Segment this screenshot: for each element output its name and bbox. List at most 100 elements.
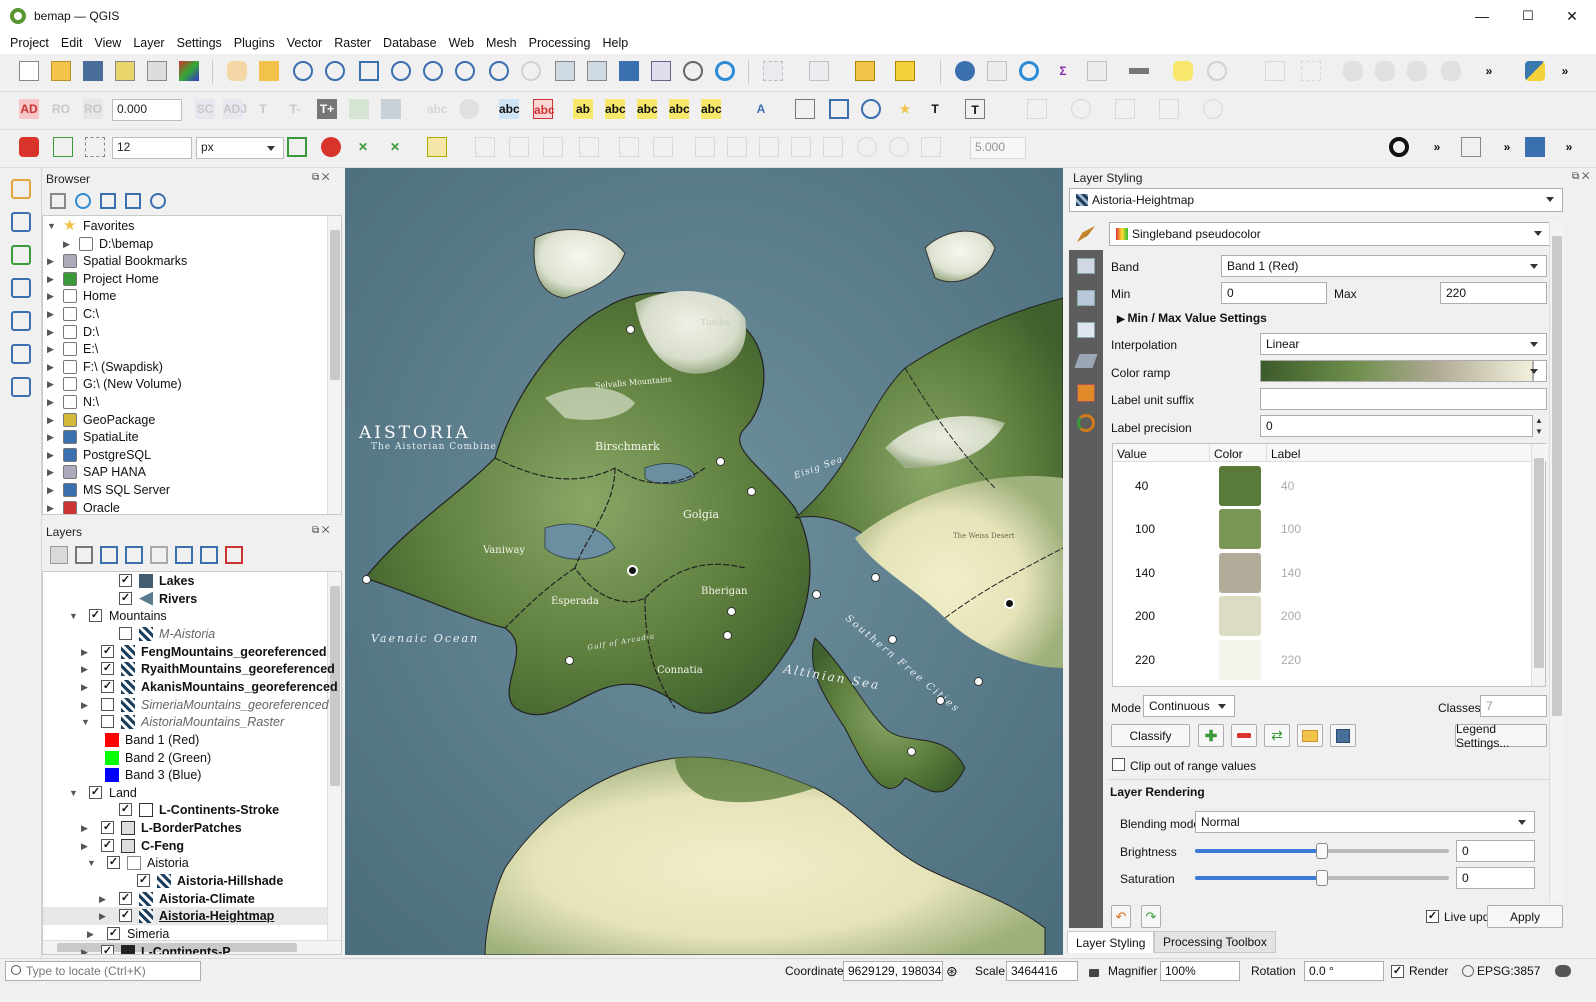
invert-ramp-button[interactable]: ⇄ [1264,724,1290,747]
class-color-swatch[interactable] [1219,639,1261,680]
collapsed-arrow-icon[interactable]: ▶ [47,503,54,514]
cloud-3-button[interactable] [1404,58,1430,84]
digitize-5-button[interactable] [616,134,642,160]
label-sc-button[interactable]: SC [192,96,218,122]
refresh-icon[interactable] [75,193,91,209]
overflow-2-button[interactable]: » [1552,58,1578,84]
vertex-tool-button[interactable] [1298,58,1324,84]
layer-visibility-checkbox[interactable]: ✓ [119,909,132,923]
statistics-button[interactable]: Σ [1050,58,1076,84]
digitize-4-button[interactable] [576,134,602,160]
collapsed-arrow-icon[interactable]: ▶ [81,700,88,711]
transparency-tab-icon[interactable] [1077,258,1095,274]
overflow-4-button[interactable]: » [1494,134,1520,160]
layer-row[interactable]: ▶ ✓ AkanisMountains_georeferenced [43,678,338,696]
saturation-slider-handle[interactable] [1316,870,1328,886]
renderer-select[interactable]: Singleband pseudocolor [1109,222,1551,246]
layer-row[interactable]: ▶ ✓ Simeria [43,925,327,943]
expanded-arrow-icon[interactable]: ▼ [47,221,56,231]
shape-4-button[interactable] [1156,96,1182,122]
legend-settings-button[interactable]: Legend Settings... [1455,722,1547,750]
layer-visibility-checkbox[interactable]: ✓ [101,821,114,835]
pan-to-selection-button[interactable] [256,58,282,84]
add-mssql-layer-button[interactable] [8,341,34,367]
snap-tolerance-input[interactable]: 12 [112,137,192,159]
layer-visibility-checkbox[interactable]: ✓ [101,644,114,658]
new-3d-view-button[interactable] [584,58,610,84]
open-table-button[interactable] [1084,58,1110,84]
layout-button[interactable] [1458,134,1484,160]
menu-settings[interactable]: Settings [171,36,228,50]
collapsed-arrow-icon[interactable]: ▶ [47,450,54,461]
collapsed-arrow-icon[interactable]: ▶ [87,929,94,940]
browser-tree[interactable]: ▼ ★ Favorites ▶ D:\bemap ▶ Spatial Bookmarks ▶ P… [42,215,342,515]
class-label[interactable]: 220 [1281,653,1301,667]
apply-button[interactable]: Apply [1487,905,1563,928]
new-map-view-button[interactable] [552,58,578,84]
coordinate-toggle-icon[interactable]: ⊛ [946,959,958,983]
measure-button[interactable] [1126,58,1152,84]
text-box-button[interactable]: T [962,96,988,122]
menu-project[interactable]: Project [4,36,55,50]
saturation-input[interactable]: 0 [1456,867,1535,889]
mode-select[interactable]: Continuous [1143,695,1235,717]
shape-1-button[interactable] [1024,96,1050,122]
metadata-tab-icon[interactable] [1077,322,1095,338]
magnifier-input[interactable]: 100% [1160,961,1240,981]
saturation-slider[interactable] [1195,870,1449,886]
avoid-overlap-button[interactable] [424,134,450,160]
browser-item[interactable]: ▶ G:\ (New Volume) [43,375,323,393]
node-tool-2-button[interactable] [858,96,884,122]
city-marker[interactable] [716,457,725,466]
minimize-button[interactable]: — [1459,0,1505,32]
offset-button[interactable] [918,134,944,160]
layer-visibility-checkbox[interactable]: ✓ [101,944,114,954]
class-value[interactable]: 140 [1135,566,1155,580]
layer-row[interactable]: ▼ ✓ Land [43,784,327,802]
coordinate-input[interactable]: 9629129, 198034 [843,961,943,981]
expanded-arrow-icon[interactable]: ▼ [81,717,90,727]
locate-search-input[interactable]: Type to locate (Ctrl+K) [5,961,201,981]
select-features-button[interactable] [760,58,786,84]
collapsed-arrow-icon[interactable]: ▶ [47,432,54,443]
identify-button[interactable] [952,58,978,84]
capital-marker[interactable] [1004,598,1015,609]
layer-row[interactable]: ▶ SimeriaMountains_georeferenced [43,696,329,714]
label-offset-input[interactable]: 0.000 [112,99,182,121]
class-color-swatch[interactable] [1219,596,1261,637]
scale-input[interactable]: 3464416 [1006,961,1078,981]
layer-row[interactable]: ✓ L-Continents-Stroke [43,801,327,819]
add-wms-layer-button[interactable] [8,374,34,400]
collapsed-arrow-icon[interactable]: ▶ [47,467,54,478]
layer-rendering-section[interactable]: Layer Rendering [1110,785,1205,799]
abc-red-button[interactable]: abc [530,96,556,122]
histogram-tab-icon[interactable] [1077,290,1095,306]
collapse-all-icon[interactable] [125,193,141,209]
abc-pin-button[interactable]: ab [570,96,596,122]
snap-mode-button[interactable] [82,134,108,160]
layer-select[interactable]: Aistoria-Heightmap [1069,188,1563,212]
layer-visibility-checkbox[interactable] [101,697,114,711]
collapsed-arrow-icon[interactable]: ▶ [81,682,88,693]
collapsed-arrow-icon[interactable]: ▶ [47,485,54,496]
tab-processing-toolbox[interactable]: Processing Toolbox [1154,931,1276,953]
collapsed-arrow-icon[interactable]: ▶ [47,291,54,302]
zoom-selection-button[interactable] [388,58,414,84]
city-marker[interactable] [362,575,371,584]
unit-suffix-input[interactable] [1260,388,1547,410]
redo-button[interactable]: ↷ [1141,905,1161,928]
show-bookmarks-button[interactable] [648,58,674,84]
zoom-layer-button[interactable] [420,58,446,84]
blending-mode-select[interactable]: Normal [1195,811,1535,833]
city-marker[interactable] [888,635,897,644]
expand-all-icon[interactable] [175,546,193,564]
layer-row[interactable]: ▼ ✓ Mountains [43,607,327,625]
browser-item[interactable]: ▶ N:\ [43,393,323,411]
layer-visibility-checkbox[interactable]: ✓ [101,662,114,676]
snapping-button[interactable] [16,134,42,160]
layer-row[interactable]: ▶ ✓ RyaithMountains_georeferenced [43,660,335,678]
browser-item[interactable]: ▶ SpatiaLite [43,428,323,446]
collapsed-arrow-icon[interactable]: ▶ [81,947,88,954]
add-raster-layer-button[interactable] [8,209,34,235]
messages-icon[interactable] [1555,959,1571,983]
